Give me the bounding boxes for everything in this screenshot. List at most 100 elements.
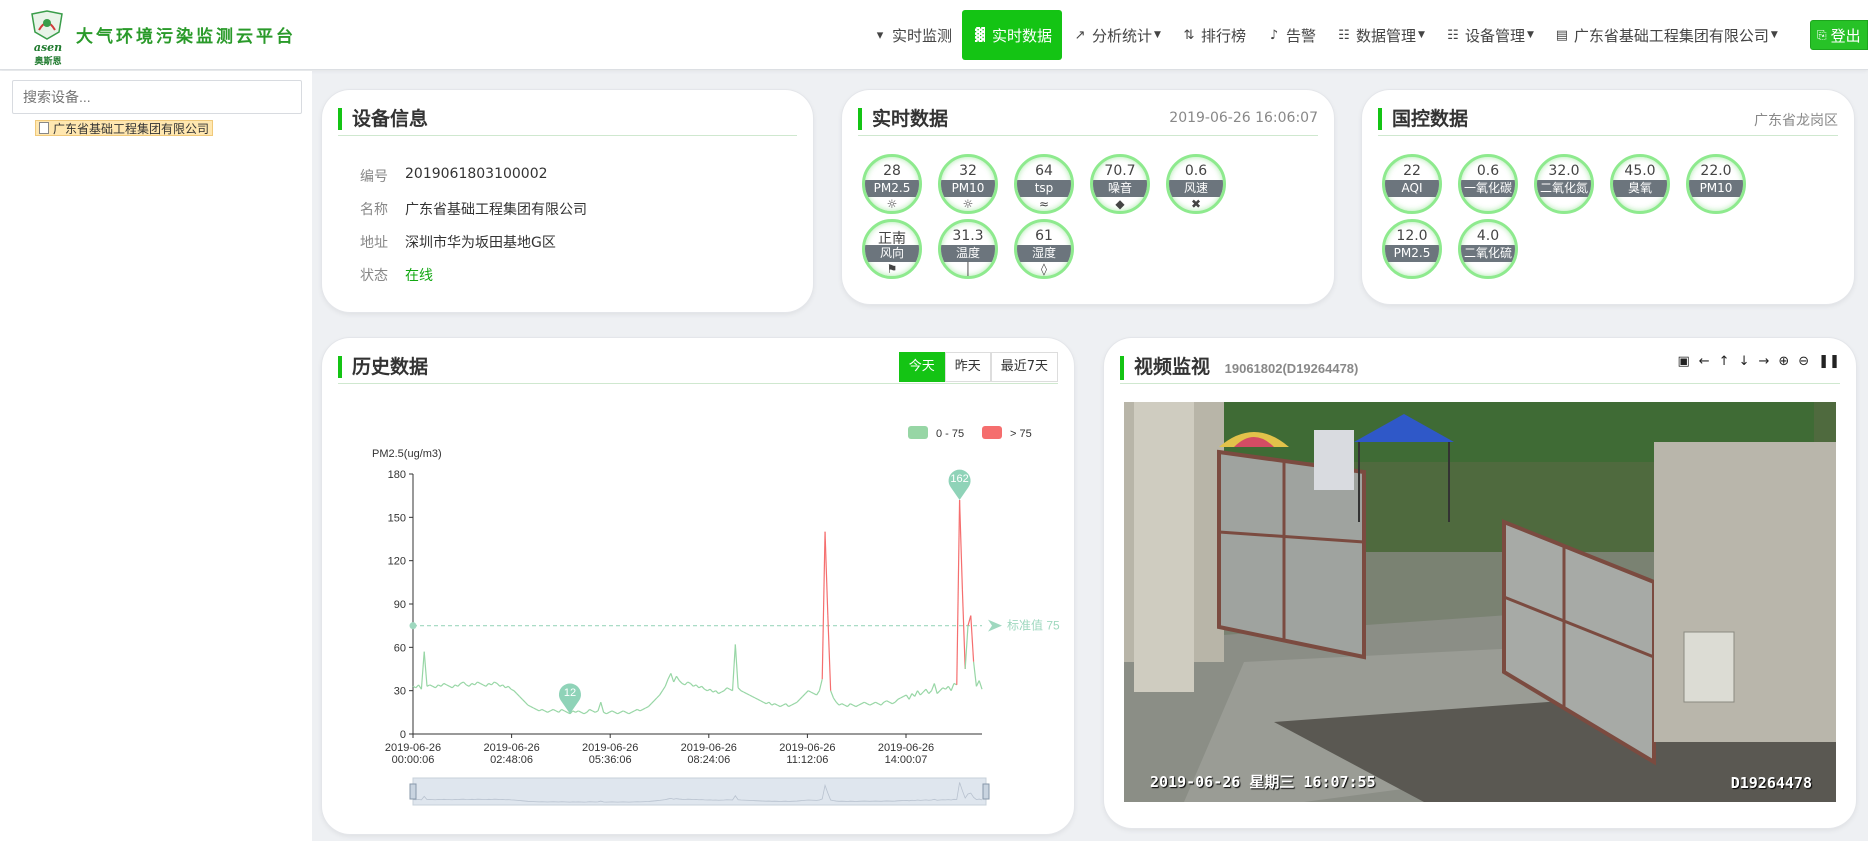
caret-down-icon: ▼	[1526, 30, 1534, 40]
info-value: 深圳市华为坂田基地G区	[405, 235, 556, 251]
card-title: 设备信息	[338, 108, 428, 130]
series-segment	[903, 694, 907, 697]
series-segment	[667, 673, 672, 680]
series-segment	[634, 708, 638, 712]
device-search-input[interactable]	[12, 80, 302, 114]
series-segment	[774, 703, 778, 706]
series-segment	[771, 703, 775, 706]
series-segment	[684, 681, 689, 686]
metric-gauge: 32.0 二氧化氮	[1534, 154, 1594, 214]
series-segment	[597, 702, 602, 712]
series-segment	[443, 682, 447, 686]
series-segment	[905, 694, 910, 700]
series-segment	[578, 710, 582, 713]
tree-item-label: 广东省基础工程集团有限公司	[53, 121, 210, 136]
series-segment	[524, 701, 529, 706]
nav-item-label: 数据管理	[1356, 26, 1417, 45]
series-segment	[432, 685, 436, 689]
series-segment	[513, 690, 518, 694]
series-segment	[875, 701, 879, 705]
nav-item-label: 实时数据	[992, 26, 1053, 45]
nav-item-2[interactable]: ↗ 分析统计 ▼	[1062, 10, 1171, 60]
series-segment	[869, 703, 873, 706]
card-title: 国控数据	[1378, 108, 1468, 130]
gauge-label: tsp	[1017, 180, 1071, 197]
series-segment	[661, 686, 666, 691]
series-segment	[552, 708, 557, 712]
info-row-address: 地址 深圳市华为坂田基地G区	[360, 232, 556, 252]
series-segment	[698, 685, 702, 689]
camera-icon[interactable]: ▣	[1677, 354, 1689, 369]
national-location: 广东省龙岗区	[1754, 113, 1838, 129]
series-segment	[547, 710, 551, 713]
nav-item-4[interactable]: ♪ 告警	[1256, 10, 1326, 60]
series-segment	[933, 683, 938, 694]
device-info-card: 设备信息 编号 2019061803100002 名称 广东省基础工程集团有限公…	[322, 90, 813, 312]
series-segment	[799, 696, 804, 700]
nav-item-1[interactable]: ▓ 实时数据	[962, 10, 1063, 60]
arrow-right-icon[interactable]: →	[1758, 354, 1769, 369]
zoom-handle-left[interactable]	[409, 783, 417, 800]
series-segment	[457, 683, 462, 687]
series-segment	[572, 710, 576, 713]
nav-item-3[interactable]: ⇅ 排行榜	[1171, 10, 1256, 60]
y-tick-label: 180	[388, 469, 406, 481]
card-header: 实时数据 2019-06-26 16:06:07	[858, 104, 1318, 136]
series-segment	[628, 711, 632, 715]
sort-icon: ⇅	[1183, 27, 1195, 43]
gauge-label: 二氧化硫	[1461, 245, 1515, 262]
logout-icon: ⎘	[1817, 27, 1827, 42]
video-device-id: 19061802(D19264478)	[1224, 361, 1359, 376]
metric-gauge: 45.0 臭氧	[1610, 154, 1670, 214]
arrow-up-icon[interactable]: ↑	[1719, 354, 1730, 369]
app-title: 大气环境污染监测云平台	[76, 27, 296, 47]
zoom-in-icon[interactable]: ⊕	[1778, 354, 1789, 369]
series-segment	[465, 684, 470, 687]
series-segment	[631, 710, 635, 713]
nav-item-7[interactable]: ▤ 广东省基础工程集团有限公司 ▼	[1544, 10, 1788, 60]
series-segment	[816, 690, 820, 696]
series-segment	[690, 683, 694, 687]
metric-gauge: 0.6 风速 ✖	[1166, 154, 1226, 214]
series-segment	[670, 673, 675, 683]
x-tick-label: 05:36:06	[589, 754, 632, 766]
nav-item-0[interactable]: ▾ 实时监测	[862, 10, 962, 60]
zoom-out-icon[interactable]: ⊖	[1798, 354, 1809, 369]
video-camera-id-overlay: D19264478	[1730, 774, 1812, 792]
sitemap-icon: ☷	[1447, 27, 1459, 43]
series-segment	[519, 696, 523, 700]
series-segment	[488, 682, 492, 686]
metric-gauge: 12.0 PM2.5	[1382, 219, 1442, 279]
series-segment	[474, 681, 478, 686]
series-segment	[768, 701, 773, 706]
series-segment	[841, 703, 845, 706]
pause-icon[interactable]: ❚❚	[1818, 354, 1840, 369]
series-segment	[533, 707, 537, 710]
nav-item-6[interactable]: ☷ 设备管理 ▼	[1435, 10, 1544, 60]
series-segment	[796, 698, 801, 703]
gauge-value: 32.0	[1548, 163, 1580, 179]
series-segment	[449, 685, 453, 689]
series-segment	[715, 690, 719, 694]
video-stream[interactable]: 2019-06-26 星期三 16:07:55 D19264478	[1124, 402, 1836, 802]
arrow-down-icon[interactable]: ↓	[1739, 354, 1750, 369]
x-tick-label: 2019-06-26	[779, 742, 835, 754]
series-segment	[482, 684, 487, 687]
gauge-label: AQI	[1385, 180, 1439, 197]
series-segment	[743, 691, 747, 695]
arrow-left-icon[interactable]: ←	[1699, 354, 1710, 369]
gauge-value: 12.0	[1396, 228, 1428, 244]
logo-emblem-icon	[31, 10, 63, 40]
zoom-handle-right[interactable]	[982, 783, 990, 800]
series-segment	[502, 684, 506, 689]
logout-button[interactable]: ⎘ 登出	[1810, 20, 1868, 50]
series-segment	[975, 680, 980, 687]
gauge-label: PM2.5	[865, 180, 919, 197]
threshold-start-dot	[409, 622, 417, 630]
logout-label: 登出	[1830, 26, 1861, 45]
series-segment	[704, 688, 708, 692]
tree-item-device[interactable]: 广东省基础工程集团有限公司	[35, 120, 214, 136]
nav-item-5[interactable]: ☷ 数据管理 ▼	[1326, 10, 1435, 60]
series-segment	[695, 684, 700, 689]
series-segment	[892, 701, 896, 705]
